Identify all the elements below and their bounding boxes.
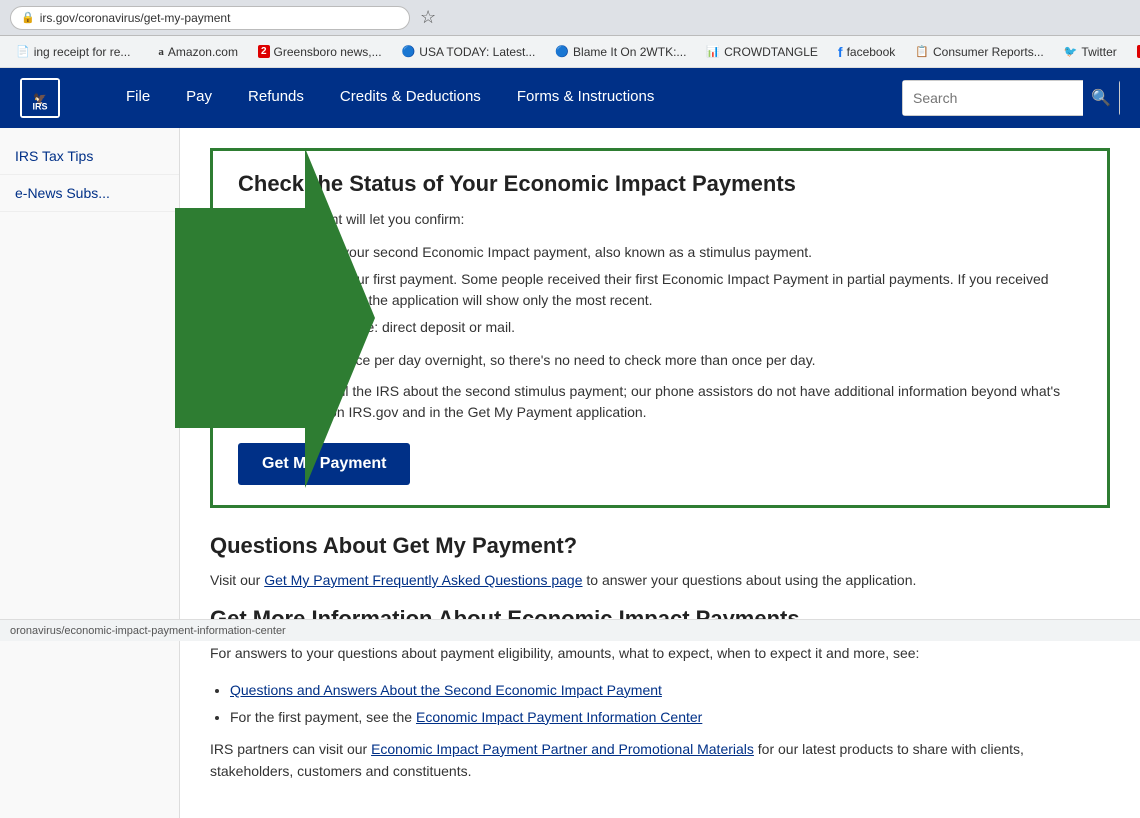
bookmark-receipt[interactable]: 📄 ing receipt for re... (8, 42, 138, 62)
bookmark-icon-blame: 🔵 (555, 45, 569, 58)
bookmark-label-twitter: Twitter (1081, 45, 1116, 59)
search-container: 🔍 (902, 80, 1120, 116)
questions-section: Questions About Get My Payment? Visit ou… (210, 533, 1110, 591)
update-para: Data is updated once per day overnight, … (238, 350, 1082, 371)
bookmark-icon-amazon: a (158, 46, 164, 58)
browser-bar: 🔒 irs.gov/coronavirus/get-my-payment ☆ (0, 0, 1140, 36)
irs-logo-icon: 🦅 IRS (20, 78, 60, 118)
bookmark-label: ing receipt for re... (34, 45, 131, 59)
questions-heading: Questions About Get My Payment? (210, 533, 1110, 559)
sidebar-item-tax-tips[interactable]: IRS Tax Tips (0, 138, 179, 175)
partner-text: IRS partners can visit our Economic Impa… (210, 738, 1110, 783)
irs-logo[interactable]: 🦅 IRS (20, 78, 68, 118)
svg-text:IRS: IRS (32, 101, 47, 111)
get-payment-button[interactable]: Get My Payment (238, 443, 410, 485)
bookmark-amazon[interactable]: a Amazon.com (150, 42, 246, 62)
twitter-icon: 🐦 (1064, 45, 1078, 58)
bullet-3: Your payment type: direct deposit or mai… (258, 317, 1082, 338)
status-url: oronavirus/economic-impact-payment-infor… (10, 625, 286, 637)
consumer-icon: 📋 (915, 45, 929, 58)
bookmark-twitter[interactable]: 🐦 Twitter (1056, 42, 1125, 62)
bookmarks-bar: 📄 ing receipt for re... a Amazon.com 2 G… (0, 36, 1140, 68)
questions-before: Visit our (210, 572, 264, 588)
bookmark-icon-crowd: 📊 (706, 45, 720, 58)
bookmark-crowdtangle[interactable]: 📊 CROWDTANGLE (698, 42, 825, 62)
status-bullets: That we sent your second Economic Impact… (258, 242, 1082, 338)
nav-pay[interactable]: Pay (168, 68, 230, 128)
bookmark-label-blame: Blame It On 2WTK:... (573, 45, 686, 59)
bookmark-label-consumer: Consumer Reports... (933, 45, 1044, 59)
bookmark-label-crowd: CROWDTANGLE (724, 45, 818, 59)
bookmark-label-usatoday: USA TODAY: Latest... (419, 45, 535, 59)
more-info-intro: For answers to your questions about paym… (210, 642, 1110, 664)
bullet2-prefix: For the first payment, see the (230, 709, 416, 725)
nav-file[interactable]: File (108, 68, 168, 128)
questions-after: to answer your questions about using the… (583, 572, 917, 588)
bookmark-label-greensboro: Greensboro news,... (274, 45, 382, 59)
nav-forms[interactable]: Forms & Instructions (499, 68, 673, 128)
bookmark-icon-usatoday: 🔵 (402, 45, 416, 58)
nav-refunds[interactable]: Refunds (230, 68, 322, 128)
partner-before: IRS partners can visit our (210, 741, 371, 757)
search-input[interactable] (903, 81, 1083, 115)
bookmark-greensboro[interactable]: 2 Greensboro news,... (250, 42, 390, 62)
status-bar: oronavirus/economic-impact-payment-infor… (0, 619, 1140, 641)
bookmark-blame[interactable]: 🔵 Blame It On 2WTK:... (547, 42, 694, 62)
bullet-2: That we sent your first payment. Some pe… (258, 269, 1082, 311)
irs-header: 🦅 IRS File Pay Refunds Credits & Deducti… (0, 68, 1140, 128)
questions-link[interactable]: Get My Payment Frequently Asked Question… (264, 572, 582, 588)
facebook-icon: f (838, 44, 843, 60)
more-link-2[interactable]: Economic Impact Payment Information Cent… (416, 709, 702, 725)
bookmark-label-amazon: Amazon.com (168, 45, 238, 59)
search-button[interactable]: 🔍 (1083, 80, 1119, 116)
sidebar-item-enews[interactable]: e-News Subs... (0, 175, 179, 212)
address-bar[interactable]: 🔒 irs.gov/coronavirus/get-my-payment (10, 6, 410, 30)
main-content: Check the Status of Your Economic Impact… (180, 128, 1140, 818)
confirm-intro: Get My Payment will let you confirm: (238, 209, 1082, 230)
bookmark-icon: 📄 (16, 45, 30, 58)
more-bullet-1: Questions and Answers About the Second E… (230, 680, 1110, 701)
more-info-bullets: Questions and Answers About the Second E… (230, 680, 1110, 728)
nav-menu: File Pay Refunds Credits & Deductions Fo… (108, 68, 902, 128)
bullet-1: That we sent your second Economic Impact… (258, 242, 1082, 263)
more-link-1[interactable]: Questions and Answers About the Second E… (230, 682, 662, 698)
bookmark-icon-greensboro: 2 (258, 45, 270, 58)
star-icon[interactable]: ☆ (420, 7, 436, 28)
sidebar: IRS Tax Tips e-News Subs... (0, 128, 180, 818)
bookmark-consumer[interactable]: 📋 Consumer Reports... (907, 42, 1051, 62)
nav-credits[interactable]: Credits & Deductions (322, 68, 499, 128)
status-heading: Check the Status of Your Economic Impact… (238, 171, 1082, 197)
url-text: irs.gov/coronavirus/get-my-payment (40, 11, 231, 25)
questions-text: Visit our Get My Payment Frequently Aske… (210, 569, 1110, 591)
partner-link[interactable]: Economic Impact Payment Partner and Prom… (371, 741, 754, 757)
bookmark-usatoday[interactable]: 🔵 USA TODAY: Latest... (394, 42, 544, 62)
more-bullet-2: For the first payment, see the Economic … (230, 707, 1110, 728)
bookmark-facebook[interactable]: f facebook (830, 41, 903, 63)
status-box: Check the Status of Your Economic Impact… (210, 148, 1110, 508)
bookmark-label-facebook: facebook (847, 45, 896, 59)
dont-call-para: Please do not call the IRS about the sec… (238, 381, 1082, 423)
lock-icon: 🔒 (21, 11, 35, 24)
page-layout: IRS Tax Tips e-News Subs... Check the St… (0, 128, 1140, 818)
bookmark-unemploy[interactable]: 2 Need your unempl... (1129, 42, 1140, 62)
